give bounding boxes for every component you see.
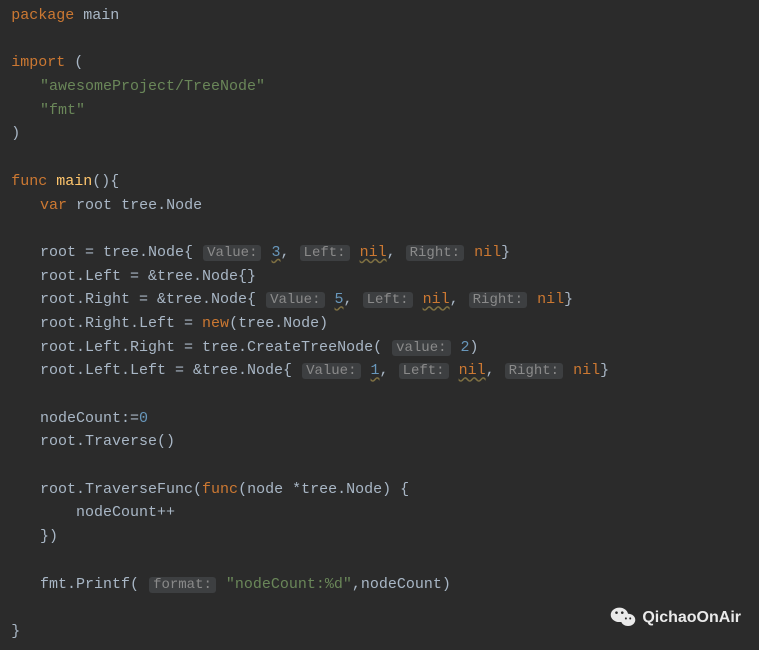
code-line: package main <box>4 4 759 28</box>
param-hint-right: Right: <box>469 292 527 308</box>
code-line: nodeCount++ <box>4 501 759 525</box>
code-line-empty <box>4 454 759 478</box>
code-line: root.Left = &tree.Node{} <box>4 265 759 289</box>
param-hint-left: Left: <box>399 363 449 379</box>
wechat-icon <box>610 606 636 628</box>
keyword-func: func <box>11 173 47 190</box>
code-line: root.Right = &tree.Node{ Value: 5, Left:… <box>4 288 759 312</box>
func-main: main <box>56 173 92 190</box>
code-line: root.Left.Left = &tree.Node{ Value: 1, L… <box>4 359 759 383</box>
expr: ,nodeCount) <box>352 576 451 593</box>
number-literal: 0 <box>139 410 148 427</box>
expr: nodeCount:= <box>40 410 139 427</box>
code-line-empty <box>4 28 759 52</box>
code-line: root = tree.Node{ Value: 3, Left: nil, R… <box>4 241 759 265</box>
code-line: root.Traverse() <box>4 430 759 454</box>
expr: (node *tree.Node) { <box>238 481 409 498</box>
import-path: "fmt" <box>40 102 85 119</box>
code-line: "fmt" <box>4 99 759 123</box>
expr: root = tree.Node{ <box>40 244 193 261</box>
code-line: nodeCount:=0 <box>4 407 759 431</box>
code-line: root.TraverseFunc(func(node *tree.Node) … <box>4 478 759 502</box>
number-literal: 2 <box>461 339 470 356</box>
param-hint-format: format: <box>149 577 216 593</box>
code-line-empty <box>4 146 759 170</box>
keyword-new: new <box>202 315 229 332</box>
code-line: import ( <box>4 51 759 75</box>
code-line: fmt.Printf( format: "nodeCount:%d",nodeC… <box>4 573 759 597</box>
code-line-empty <box>4 217 759 241</box>
param-hint-right: Right: <box>505 363 563 379</box>
paren-open: ( <box>74 54 83 71</box>
code-line: root.Right.Left = new(tree.Node) <box>4 312 759 336</box>
import-path: "awesomeProject/TreeNode" <box>40 78 265 95</box>
param-hint-value: Value: <box>203 245 261 261</box>
expr: root.Left.Right = tree.CreateTreeNode( <box>40 339 382 356</box>
param-hint-value: Value: <box>266 292 324 308</box>
code-editor[interactable]: package main import ( "awesomeProject/Tr… <box>4 4 759 644</box>
pkg-name: main <box>83 7 119 24</box>
watermark-text: QichaoOnAir <box>642 605 741 630</box>
param-hint-left: Left: <box>300 245 350 261</box>
param-hint-left: Left: <box>363 292 413 308</box>
type-tree-node: tree.Node <box>121 197 202 214</box>
nil-literal: nil <box>423 291 450 308</box>
expr: }) <box>40 528 58 545</box>
keyword-package: package <box>11 7 74 24</box>
number-literal: 5 <box>335 291 344 308</box>
code-line: root.Left.Right = tree.CreateTreeNode( v… <box>4 336 759 360</box>
code-line: "awesomeProject/TreeNode" <box>4 75 759 99</box>
var-root: root <box>76 197 112 214</box>
nil-literal: nil <box>360 244 387 261</box>
keyword-func: func <box>202 481 238 498</box>
nil-literal: nil <box>459 362 486 379</box>
func-sig: (){ <box>92 173 119 190</box>
code-line: ) <box>4 122 759 146</box>
paren-close: ) <box>11 125 20 142</box>
brace-close: } <box>11 623 20 640</box>
code-line-empty <box>4 383 759 407</box>
number-literal: 1 <box>371 362 380 379</box>
param-hint-value: Value: <box>302 363 360 379</box>
nil-literal: nil <box>537 291 564 308</box>
code-line: }) <box>4 525 759 549</box>
expr: root.TraverseFunc( <box>40 481 202 498</box>
keyword-var: var <box>40 197 67 214</box>
code-line: func main(){ <box>4 170 759 194</box>
expr: root.Traverse() <box>40 433 175 450</box>
expr: (tree.Node) <box>229 315 328 332</box>
expr: nodeCount++ <box>76 504 175 521</box>
expr: root.Left = &tree.Node{} <box>40 268 256 285</box>
expr: fmt.Printf( <box>40 576 139 593</box>
keyword-import: import <box>11 54 65 71</box>
expr: root.Left.Left = &tree.Node{ <box>40 362 292 379</box>
expr: root.Right = &tree.Node{ <box>40 291 256 308</box>
watermark: QichaoOnAir <box>610 605 741 630</box>
string-literal: "nodeCount:%d" <box>226 576 352 593</box>
param-hint-value: value: <box>392 340 450 356</box>
number-literal: 3 <box>272 244 281 261</box>
expr: root.Right.Left = <box>40 315 202 332</box>
code-line-empty <box>4 549 759 573</box>
code-line: var root tree.Node <box>4 194 759 218</box>
param-hint-right: Right: <box>406 245 464 261</box>
nil-literal: nil <box>474 244 501 261</box>
nil-literal: nil <box>573 362 600 379</box>
